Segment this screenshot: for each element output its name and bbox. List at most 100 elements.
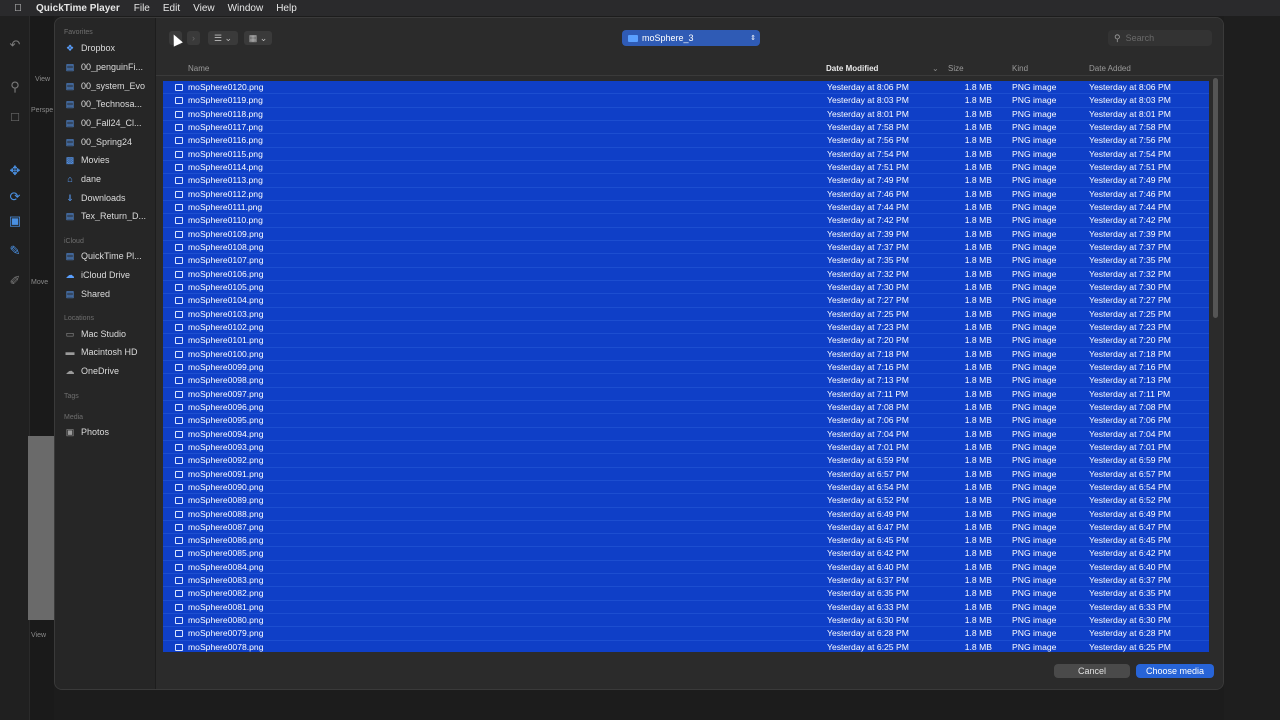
file-row[interactable]: moSphere0097.png Yesterday at 7:11 PM 1.8 … xyxy=(163,388,1209,401)
file-row[interactable]: moSphere0098.png Yesterday at 7:13 PM 1.8 … xyxy=(163,374,1209,388)
file-kind: PNG image xyxy=(1012,188,1057,199)
apple-icon[interactable]:  xyxy=(10,3,26,14)
search-field[interactable]: ⚲ xyxy=(1108,30,1212,46)
file-row[interactable]: moSphere0105.png Yesterday at 7:30 PM 1.8 … xyxy=(163,281,1209,295)
file-row[interactable]: moSphere0079.png Yesterday at 6:28 PM 1.8 … xyxy=(163,627,1209,641)
search-input[interactable] xyxy=(1125,33,1206,43)
file-row[interactable]: moSphere0089.png Yesterday at 6:52 PM 1.8 … xyxy=(163,494,1209,508)
file-row[interactable]: moSphere0108.png Yesterday at 7:37 PM 1.8 … xyxy=(163,241,1209,255)
file-icon xyxy=(175,457,183,465)
grid-view-button[interactable]: ▦ ⌄ xyxy=(244,31,272,45)
sidebar-item-downloads[interactable]: ⇓ Downloads xyxy=(64,190,154,206)
file-date-added: Yesterday at 6:45 PM xyxy=(1089,535,1171,546)
column-name[interactable]: Name xyxy=(188,64,209,73)
file-row[interactable]: moSphere0109.png Yesterday at 7:39 PM 1.8 … xyxy=(163,228,1209,241)
file-kind: PNG image xyxy=(1012,415,1057,426)
file-row[interactable]: moSphere0078.png Yesterday at 6:25 PM 1.8 … xyxy=(163,641,1209,652)
file-row[interactable]: moSphere0091.png Yesterday at 6:57 PM 1.8 … xyxy=(163,468,1209,481)
file-row[interactable]: moSphere0115.png Yesterday at 7:54 PM 1.8 … xyxy=(163,148,1209,161)
column-kind[interactable]: Kind xyxy=(1012,64,1028,73)
file-date-modified: Yesterday at 7:01 PM xyxy=(827,441,909,452)
column-date-added[interactable]: Date Added xyxy=(1089,64,1131,73)
location-dropdown[interactable]: moSphere_3 ⇕ xyxy=(622,30,760,46)
sidebar-item-icloud-drive[interactable]: ☁ iCloud Drive xyxy=(64,267,154,283)
file-row[interactable]: moSphere0117.png Yesterday at 7:58 PM 1.8 … xyxy=(163,121,1209,135)
file-row[interactable]: moSphere0085.png Yesterday at 6:42 PM 1.8 … xyxy=(163,547,1209,561)
file-name: moSphere0085.png xyxy=(188,548,264,559)
sidebar-item-quicktime[interactable]: ▤ QuickTime Pl... xyxy=(64,248,154,264)
sidebar-item-mac-studio[interactable]: ▭ Mac Studio xyxy=(64,326,154,342)
file-row[interactable]: moSphere0116.png Yesterday at 7:56 PM 1.8 … xyxy=(163,134,1209,148)
sidebar-item-dropbox[interactable]: ❖ Dropbox xyxy=(64,40,154,56)
file-row[interactable]: moSphere0082.png Yesterday at 6:35 PM 1.8 … xyxy=(163,587,1209,601)
sidebar-item-tex-return[interactable]: ▤ Tex_Return_D... xyxy=(64,208,154,224)
file-row[interactable]: moSphere0083.png Yesterday at 6:37 PM 1.8 … xyxy=(163,574,1209,588)
file-row[interactable]: moSphere0120.png Yesterday at 8:06 PM 1.8 … xyxy=(163,81,1209,95)
file-row[interactable]: moSphere0084.png Yesterday at 6:40 PM 1.8 … xyxy=(163,561,1209,575)
shared-folder-icon: ▤ xyxy=(65,288,75,299)
file-row[interactable]: moSphere0092.png Yesterday at 6:59 PM 1.8 … xyxy=(163,454,1209,468)
open-file-dialog: Favorites ❖ Dropbox ▤ 00_penguinFi... ▤ 00_… xyxy=(54,17,1224,690)
file-date-modified: Yesterday at 7:04 PM xyxy=(827,428,909,439)
sidebar-item-movies[interactable]: ▩ Movies xyxy=(64,152,154,168)
file-row[interactable]: moSphere0093.png Yesterday at 7:01 PM 1.8 … xyxy=(163,441,1209,455)
sidebar-item-dane[interactable]: ⌂ dane xyxy=(64,171,154,187)
menu-help[interactable]: Help xyxy=(276,3,297,14)
sidebar-item-fall24[interactable]: ▤ 00_Fall24_Cl... xyxy=(64,115,154,131)
file-row[interactable]: moSphere0106.png Yesterday at 7:32 PM 1.8 … xyxy=(163,268,1209,281)
file-kind: PNG image xyxy=(1012,348,1057,359)
sidebar-item-macintosh-hd[interactable]: ▬ Macintosh HD xyxy=(64,344,154,360)
scrollbar[interactable] xyxy=(1213,78,1218,318)
file-row[interactable]: moSphere0099.png Yesterday at 7:16 PM 1.8 … xyxy=(163,361,1209,375)
sidebar-item-technosa[interactable]: ▤ 00_Technosa... xyxy=(64,96,154,112)
sidebar-item-photos[interactable]: ▣ Photos xyxy=(64,424,154,440)
file-icon xyxy=(175,590,183,598)
file-kind: PNG image xyxy=(1012,428,1057,439)
file-name: moSphere0087.png xyxy=(188,521,264,532)
file-row[interactable]: moSphere0095.png Yesterday at 7:06 PM 1.8 … xyxy=(163,414,1209,428)
file-row[interactable]: moSphere0100.png Yesterday at 7:18 PM 1.8 … xyxy=(163,348,1209,361)
file-row[interactable]: moSphere0102.png Yesterday at 7:23 PM 1.8 … xyxy=(163,321,1209,335)
list-view-button[interactable]: ☰ ⌄ xyxy=(208,31,238,45)
sidebar-item-penguin[interactable]: ▤ 00_penguinFi... xyxy=(64,59,154,75)
forward-button[interactable]: › xyxy=(187,31,200,45)
choose-media-button[interactable]: Choose media xyxy=(1136,664,1214,678)
file-row[interactable]: moSphere0081.png Yesterday at 6:33 PM 1.8 … xyxy=(163,601,1209,615)
sidebar-item-onedrive[interactable]: ☁ OneDrive xyxy=(64,363,154,379)
menu-view[interactable]: View xyxy=(193,3,215,14)
file-row[interactable]: moSphere0096.png Yesterday at 7:08 PM 1.8 … xyxy=(163,401,1209,415)
sidebar-item-system-evo[interactable]: ▤ 00_system_Evo xyxy=(64,78,154,94)
column-date-modified[interactable]: Date Modified xyxy=(826,64,878,73)
file-row[interactable]: moSphere0101.png Yesterday at 7:20 PM 1.8 … xyxy=(163,334,1209,348)
file-date-added: Yesterday at 7:42 PM xyxy=(1089,215,1171,226)
file-size: 1.8 MB xyxy=(964,508,992,519)
file-row[interactable]: moSphere0111.png Yesterday at 7:44 PM 1.8 … xyxy=(163,201,1209,215)
sidebar-item-shared[interactable]: ▤ Shared xyxy=(64,286,154,302)
file-row[interactable]: moSphere0087.png Yesterday at 6:47 PM 1.8 … xyxy=(163,521,1209,535)
file-row[interactable]: moSphere0114.png Yesterday at 7:51 PM 1.8 … xyxy=(163,161,1209,175)
file-row[interactable]: moSphere0119.png Yesterday at 8:03 PM 1.8 … xyxy=(163,94,1209,108)
file-row[interactable]: moSphere0090.png Yesterday at 6:54 PM 1.8 … xyxy=(163,481,1209,495)
file-row[interactable]: moSphere0088.png Yesterday at 6:49 PM 1.8 … xyxy=(163,508,1209,521)
file-row[interactable]: moSphere0110.png Yesterday at 7:42 PM 1.8 … xyxy=(163,214,1209,228)
menu-edit[interactable]: Edit xyxy=(163,3,180,14)
sidebar-item-spring24[interactable]: ▤ 00_Spring24 xyxy=(64,134,154,150)
column-size[interactable]: Size xyxy=(948,64,964,73)
file-row[interactable]: moSphere0118.png Yesterday at 8:01 PM 1.8 … xyxy=(163,108,1209,121)
file-row[interactable]: moSphere0080.png Yesterday at 6:30 PM 1.8 … xyxy=(163,614,1209,628)
app-menu[interactable]: QuickTime Player xyxy=(36,3,120,14)
file-row[interactable]: moSphere0112.png Yesterday at 7:46 PM 1.8 … xyxy=(163,188,1209,201)
cancel-button[interactable]: Cancel xyxy=(1054,664,1130,678)
menu-file[interactable]: File xyxy=(134,3,150,14)
file-row[interactable]: moSphere0113.png Yesterday at 7:49 PM 1.8 … xyxy=(163,174,1209,188)
file-name: moSphere0097.png xyxy=(188,388,264,399)
file-kind: PNG image xyxy=(1012,641,1057,652)
file-row[interactable]: moSphere0107.png Yesterday at 7:35 PM 1.8 … xyxy=(163,254,1209,268)
file-icon xyxy=(175,230,183,238)
file-row[interactable]: moSphere0094.png Yesterday at 7:04 PM 1.8 … xyxy=(163,428,1209,441)
file-row[interactable]: moSphere0104.png Yesterday at 7:27 PM 1.8 … xyxy=(163,294,1209,308)
file-row[interactable]: moSphere0086.png Yesterday at 6:45 PM 1.8 … xyxy=(163,534,1209,548)
menu-window[interactable]: Window xyxy=(228,3,264,14)
file-kind: PNG image xyxy=(1012,175,1057,186)
file-row[interactable]: moSphere0103.png Yesterday at 7:25 PM 1.8 … xyxy=(163,308,1209,321)
